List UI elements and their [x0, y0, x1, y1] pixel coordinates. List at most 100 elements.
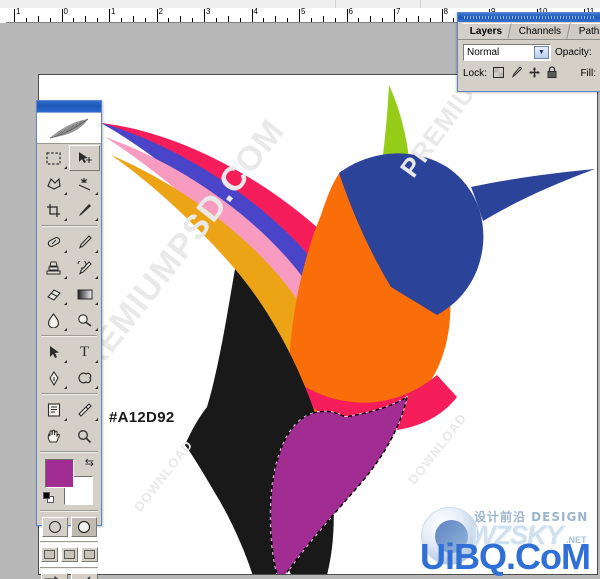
full-screen-mode-button[interactable]: [80, 547, 98, 562]
dodge-tool[interactable]: [69, 307, 100, 333]
ruler-tick-minor: [133, 16, 134, 22]
quick-mask-mode-button[interactable]: [70, 517, 97, 537]
magic-wand-tool[interactable]: [69, 171, 100, 197]
ruler-number: 5: [301, 8, 306, 16]
healing-brush-tool[interactable]: [38, 229, 69, 255]
standard-mask-glyph: [48, 521, 61, 533]
tool-separator: [41, 393, 97, 395]
move-icon: [78, 152, 92, 163]
layers-palette[interactable]: Layers Channels Paths Normal ▼ Opacity: …: [457, 12, 600, 92]
lock-image-pixels-icon[interactable]: [510, 66, 523, 81]
jump-to-imageready-button[interactable]: [40, 573, 68, 579]
ruler-tick-minor: [418, 16, 419, 22]
slice-tool[interactable]: [69, 197, 100, 223]
tab-layers[interactable]: Layers: [459, 23, 512, 39]
ruler-corner: [0, 8, 6, 23]
chevron-down-icon[interactable]: ▼: [534, 46, 549, 59]
screen-mode-row[interactable]: [37, 545, 101, 565]
swap-colors-icon[interactable]: ⇆: [85, 456, 94, 469]
toolbox-titlebar[interactable]: [37, 101, 101, 113]
custom-shape-tool[interactable]: [69, 365, 100, 391]
opacity-label: Opacity:: [555, 47, 592, 58]
ruler-tick-minor: [358, 18, 359, 22]
tab-paths[interactable]: Paths: [567, 23, 600, 39]
move-tool[interactable]: [69, 145, 100, 171]
zoom-tool[interactable]: [69, 423, 100, 449]
ruler-tick-minor: [26, 18, 27, 22]
tool-separator: [40, 541, 98, 543]
foreground-color-swatch[interactable]: [45, 459, 74, 488]
edit-in-imageready-button[interactable]: [70, 573, 98, 579]
pen-nib-icon: [48, 370, 59, 386]
ruler-tick-minor: [38, 16, 39, 22]
lock-row[interactable]: Lock: Fill:: [458, 63, 600, 81]
history-brush-tool[interactable]: [69, 255, 100, 281]
toolbox-logo: [37, 113, 101, 144]
rectangular-marquee-tool[interactable]: [38, 145, 69, 171]
path-selection-tool[interactable]: [38, 339, 69, 365]
eyedropper-tool[interactable]: [69, 397, 100, 423]
tool-row: T: [38, 339, 100, 365]
tool-separator: [40, 510, 98, 512]
type-t-glyph: T: [79, 343, 90, 360]
lasso-icon: [46, 177, 61, 190]
clone-stamp-tool[interactable]: [38, 255, 69, 281]
slice-icon: [79, 204, 91, 216]
type-tool[interactable]: T: [69, 339, 100, 365]
palette-tabs[interactable]: Layers Channels Paths: [458, 22, 600, 40]
default-colors-icon[interactable]: [43, 492, 54, 503]
jump-row[interactable]: [37, 571, 101, 579]
lock-transparent-pixels-icon[interactable]: [492, 66, 505, 81]
tool-row: [38, 145, 100, 171]
ruler-tick-major: [156, 9, 158, 22]
full-screen-with-menubar-button[interactable]: [60, 547, 78, 562]
standard-mask-mode-button[interactable]: [41, 517, 68, 537]
tool-row: [38, 255, 100, 281]
ruler-number: 2: [158, 8, 163, 16]
blur-tool[interactable]: [38, 307, 69, 333]
tool-row: [38, 397, 100, 423]
toolbox-palette[interactable]: T ⇆: [36, 100, 102, 579]
ruler-tick-minor: [275, 16, 276, 22]
tool-separator: [41, 335, 97, 337]
grip-dots: [464, 16, 594, 19]
tool-row: [38, 365, 100, 391]
tool-row: [38, 307, 100, 333]
path-arrow-icon: [49, 346, 59, 358]
ruler-tick-minor: [323, 16, 324, 22]
ruler-number: 1: [16, 8, 21, 16]
hand-tool[interactable]: [38, 423, 69, 449]
ruler-number: 6: [348, 8, 353, 16]
ruler-tick-minor: [263, 18, 264, 22]
palette-grip[interactable]: [458, 13, 600, 22]
lasso-tool[interactable]: [38, 171, 69, 197]
pen-tool[interactable]: [38, 365, 69, 391]
ruler-tick-minor: [168, 18, 169, 22]
tool-row: [38, 229, 100, 255]
tool-row: [38, 197, 100, 223]
ruler-tick-major: [299, 9, 300, 22]
tool-row: [38, 423, 100, 449]
notes-icon: [47, 403, 60, 417]
ruler-tick-major: [61, 9, 63, 22]
ruler-number: 8: [443, 8, 448, 16]
eraser-tool[interactable]: [38, 281, 69, 307]
mask-mode-row[interactable]: [37, 514, 101, 539]
blend-mode-row[interactable]: Normal ▼ Opacity:: [458, 40, 600, 63]
standard-screen-mode-button[interactable]: [40, 547, 58, 562]
crop-tool[interactable]: [38, 197, 69, 223]
brush-tool[interactable]: [69, 229, 100, 255]
custom-shape-icon: [77, 372, 91, 384]
tool-row: [38, 281, 100, 307]
lock-all-icon[interactable]: [546, 66, 559, 81]
blend-mode-select[interactable]: Normal ▼: [463, 44, 551, 61]
lock-position-icon[interactable]: [528, 67, 541, 81]
marquee-icon: [46, 151, 61, 165]
notes-tool[interactable]: [38, 397, 69, 423]
tab-channels[interactable]: Channels: [508, 23, 572, 39]
gradient-tool[interactable]: [69, 281, 100, 307]
ruler-tick-minor: [85, 16, 86, 22]
color-selector[interactable]: ⇆: [37, 456, 101, 508]
ruler-tick-minor: [335, 18, 336, 22]
tool-grid[interactable]: T: [37, 144, 101, 449]
